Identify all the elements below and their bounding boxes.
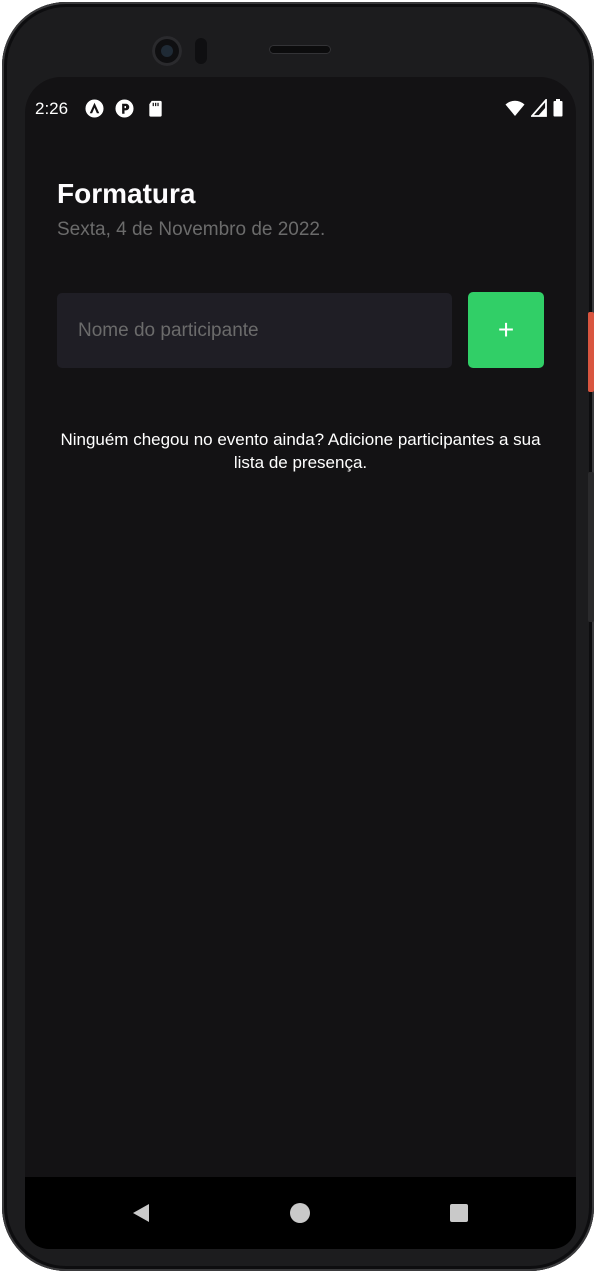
event-date: Sexta, 4 de Novembro de 2022. — [57, 219, 326, 240]
power-button — [588, 312, 594, 392]
signal-icon — [531, 99, 547, 117]
status-bar: 2:26 — [25, 77, 576, 137]
status-right-icons — [505, 99, 563, 117]
status-time: 2:26 — [35, 99, 69, 118]
proximity-sensor — [195, 38, 207, 64]
phone-frame: 2:26 Formatura Sexta, 4 de Novembro de 2… — [2, 2, 594, 1271]
earpiece-speaker — [269, 45, 331, 54]
navigation-bar — [25, 1177, 576, 1249]
event-title: Formatura — [57, 178, 196, 209]
plus-icon: + — [497, 314, 515, 345]
arch-app-icon — [85, 99, 104, 118]
back-icon[interactable] — [127, 1199, 155, 1227]
recents-icon[interactable] — [445, 1199, 473, 1227]
volume-button — [588, 472, 594, 622]
app-screen: 2:26 Formatura Sexta, 4 de Novembro de 2… — [25, 77, 576, 1249]
add-participant-button[interactable]: + — [468, 292, 544, 368]
participant-name-input[interactable] — [57, 293, 452, 368]
home-icon[interactable] — [286, 1199, 314, 1227]
wifi-icon — [505, 100, 525, 116]
empty-state-message: Ninguém chegou no evento ainda? Adicione… — [60, 430, 541, 472]
battery-icon — [553, 99, 563, 117]
sd-card-icon — [149, 100, 162, 117]
front-camera — [152, 36, 182, 66]
pinterest-app-icon — [115, 99, 134, 118]
